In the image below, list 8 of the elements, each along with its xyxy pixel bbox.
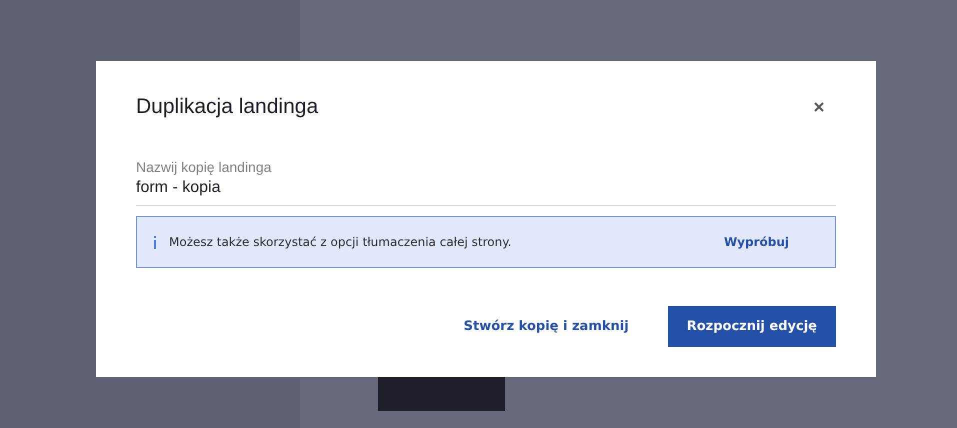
info-message: Możesz także skorzystać z opcji tłumaczenia całej strony. <box>169 235 512 249</box>
start-editing-button[interactable]: Rozpocznij edycję <box>668 306 836 347</box>
try-link[interactable]: Wypróbuj <box>724 235 815 249</box>
info-icon <box>153 236 157 248</box>
close-icon <box>814 102 824 112</box>
create-copy-button[interactable]: Stwórz kopię i zamknij <box>444 306 648 347</box>
field-label: Nazwij kopię landinga <box>136 159 272 175</box>
dialog-title: Duplikacja landinga <box>136 95 318 119</box>
